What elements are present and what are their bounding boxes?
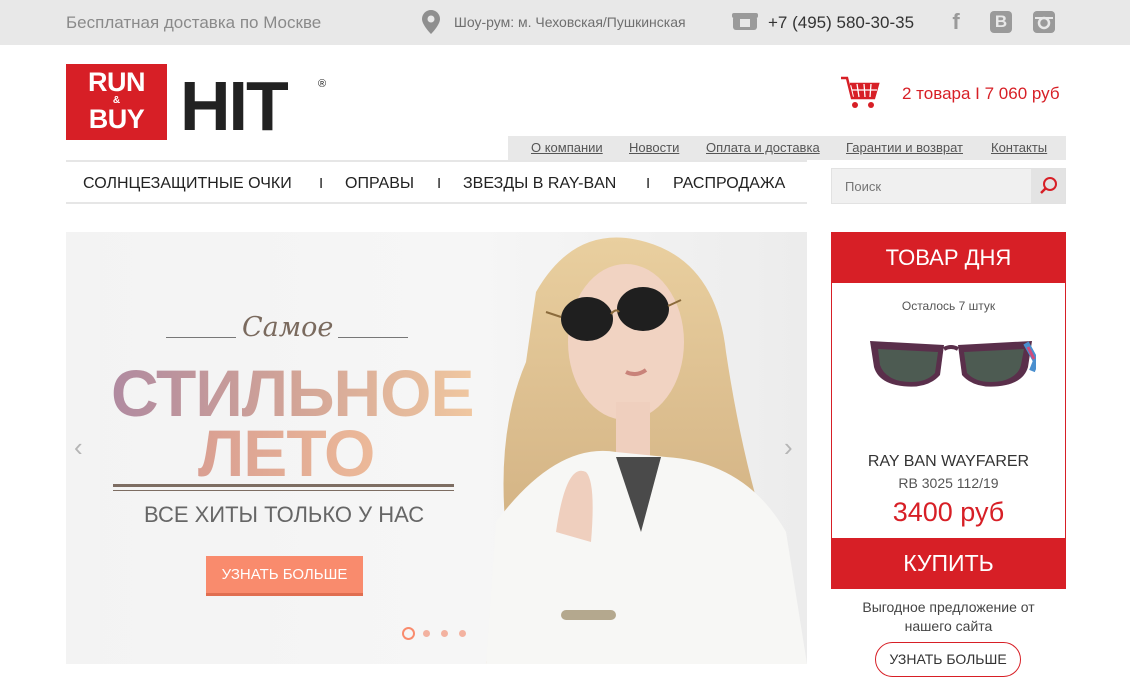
map-pin-icon <box>422 10 440 34</box>
offer-text: Выгодное предложение от нашего сайта <box>831 598 1066 636</box>
offer-line1: Выгодное предложение от <box>862 599 1035 615</box>
hero-banner: ‹ › Самое СТИЛЬНОЕ ЛЕТО ВСЕ ХИТЫ ТОЛЬКО … <box>66 232 807 664</box>
product-price: 3400 руб <box>892 497 1005 527</box>
run-buy-logo[interactable]: RUN & BUY <box>66 64 167 140</box>
phone-number[interactable]: +7 (495) 580-30-35 <box>768 13 914 33</box>
product-model: RB 3025 112/19 <box>898 475 999 491</box>
search-box <box>831 168 1066 204</box>
deal-of-the-day: ТОВАР ДНЯ Осталось 7 штук RAY BAN WAYFAR… <box>831 232 1066 589</box>
stock-left: Осталось 7 штук <box>901 299 996 313</box>
phone-icon <box>732 13 758 30</box>
top-bar: Бесплатная доставка по Москве Шоу-рум: м… <box>0 0 1130 45</box>
nav-sale[interactable]: РАСПРОДАЖА <box>673 175 785 193</box>
search-input[interactable] <box>832 169 1032 203</box>
showroom-address: Шоу-рум: м. Чеховская/Пушкинская <box>454 14 686 30</box>
nav-about[interactable]: О компании <box>531 140 603 155</box>
main-nav: СОЛНЦЕЗАЩИТНЫЕ ОЧКИ I ОПРАВЫ I ЗВЕЗДЫ В … <box>66 160 807 204</box>
offer-line2: нашего сайта <box>904 618 993 634</box>
learn-more-button[interactable]: УЗНАТЬ БОЛЬШЕ <box>206 556 363 596</box>
registered-mark: ® <box>318 78 327 90</box>
nav-separator: I <box>646 175 651 192</box>
wayfarer-product-image[interactable] <box>866 331 1036 411</box>
cart-summary[interactable]: 2 товара I 7 060 руб <box>902 84 1060 104</box>
buy-button[interactable]: КУПИТЬ <box>832 538 1065 589</box>
decorative-bar <box>113 490 454 491</box>
nav-stars-rayban[interactable]: ЗВЕЗДЫ В RAY-BAN <box>463 175 616 193</box>
slider-next-arrow[interactable]: › <box>784 432 793 463</box>
nav-contacts[interactable]: Контакты <box>991 140 1047 155</box>
hero-subtitle: ВСЕ ХИТЫ ТОЛЬКО У НАС <box>144 502 425 527</box>
nav-separator: I <box>319 175 324 192</box>
offer-learn-more-button[interactable]: УЗНАТЬ БОЛЬШЕ <box>875 642 1021 677</box>
free-delivery-text: Бесплатная доставка по Москве <box>66 13 322 32</box>
secondary-nav: О компании Новости Оплата и доставка Гар… <box>508 136 1066 160</box>
slider-prev-arrow[interactable]: ‹ <box>74 432 83 463</box>
slider-dot-1[interactable] <box>402 627 415 640</box>
model-photo <box>486 237 807 664</box>
slider-dot-4[interactable] <box>459 630 466 637</box>
hero-script-word: Самое <box>242 312 334 343</box>
instagram-icon[interactable] <box>1033 11 1055 33</box>
nav-frames[interactable]: ОПРАВЫ <box>345 175 414 193</box>
shopping-cart-icon[interactable] <box>840 76 880 110</box>
vk-icon[interactable]: B <box>990 11 1012 33</box>
decorative-bar <box>113 484 454 487</box>
nav-guarantee-return[interactable]: Гарантии и возврат <box>846 140 963 155</box>
hero-title-line2: ЛЕТО <box>198 416 375 490</box>
decorative-line <box>338 337 408 338</box>
hit-logo-text[interactable]: HIT <box>180 66 289 146</box>
nav-separator: I <box>437 175 442 192</box>
search-icon <box>1040 177 1057 194</box>
slider-dot-3[interactable] <box>441 630 448 637</box>
facebook-icon[interactable]: f <box>945 11 967 33</box>
deal-header: ТОВАР ДНЯ <box>832 233 1065 283</box>
search-button[interactable] <box>1031 169 1065 203</box>
nav-payment-delivery[interactable]: Оплата и доставка <box>706 140 820 155</box>
nav-news[interactable]: Новости <box>629 140 679 155</box>
nav-sunglasses[interactable]: СОЛНЦЕЗАЩИТНЫЕ ОЧКИ <box>83 175 292 193</box>
decorative-line <box>166 337 236 338</box>
product-name[interactable]: RAY BAN WAYFARER <box>832 453 1065 471</box>
slider-dot-2[interactable] <box>423 630 430 637</box>
